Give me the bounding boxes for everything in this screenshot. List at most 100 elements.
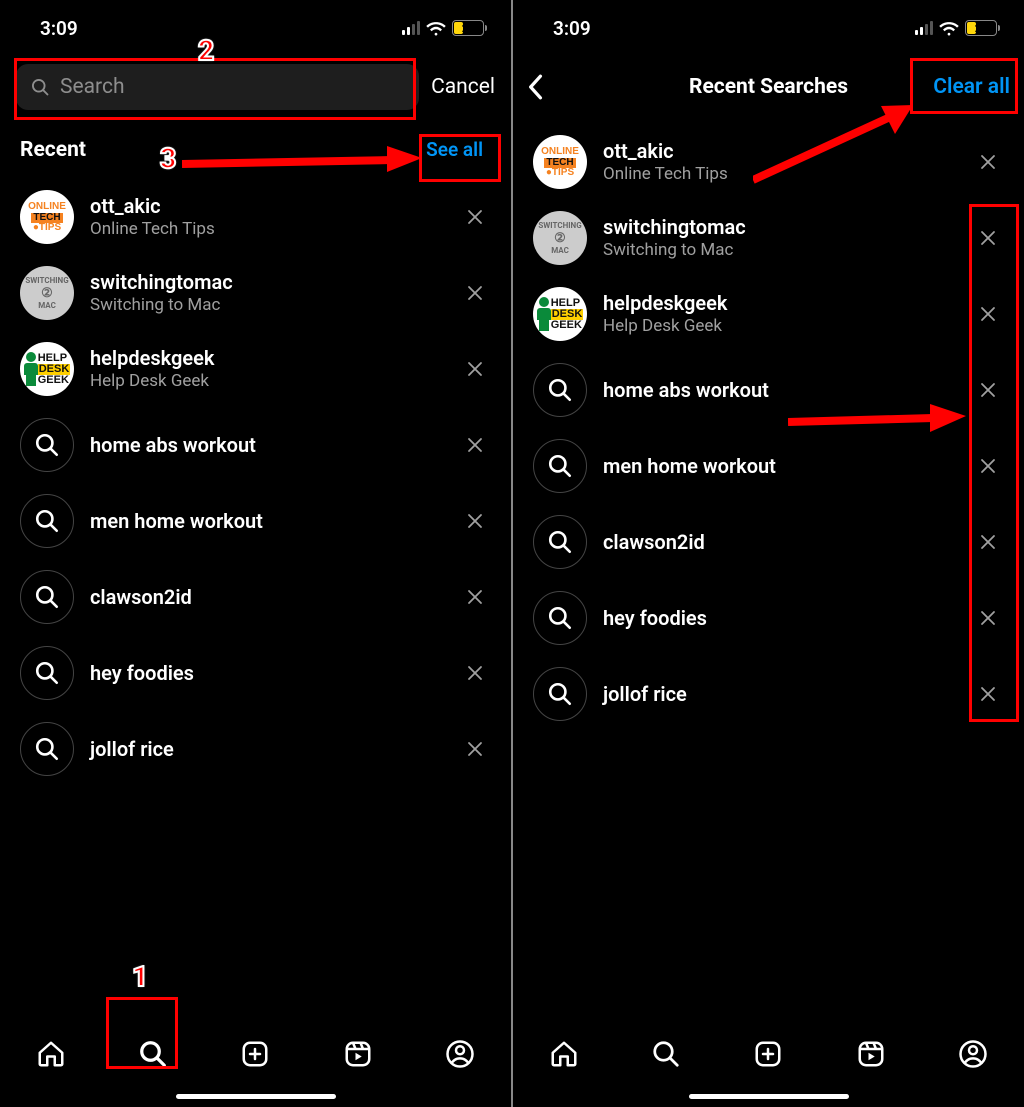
search-icon: [34, 736, 60, 762]
phone-right: 3:09 25 Recent Searches Clear all ONLINE…: [513, 0, 1024, 1107]
item-sub: Switching to Mac: [603, 240, 964, 261]
list-item[interactable]: jollof rice: [513, 656, 1024, 732]
remove-button[interactable]: [980, 534, 1004, 550]
list-item[interactable]: men home workout: [513, 428, 1024, 504]
search-icon: [547, 681, 573, 707]
close-icon: [980, 686, 996, 702]
list-item[interactable]: HELPDESKGEEK helpdeskgeekHelp Desk Geek: [513, 276, 1024, 352]
remove-button[interactable]: [980, 686, 1004, 702]
item-title: switchingtomac: [90, 270, 451, 295]
list-item[interactable]: clawson2id: [513, 504, 1024, 580]
nav-profile[interactable]: [439, 1033, 481, 1075]
item-sub: Online Tech Tips: [603, 164, 964, 185]
remove-button[interactable]: [980, 154, 1004, 170]
search-avatar: [20, 570, 74, 624]
search-input[interactable]: Search: [16, 64, 419, 110]
list-item[interactable]: ONLINETECH●TIPS ott_akic Online Tech Tip…: [0, 179, 511, 255]
remove-button[interactable]: [467, 589, 491, 605]
page-header: Recent Searches Clear all: [513, 48, 1024, 120]
nav-home[interactable]: [543, 1033, 585, 1075]
item-title: hey foodies: [603, 606, 964, 631]
close-icon: [980, 382, 996, 398]
status-right: 25: [915, 20, 1000, 36]
list-item[interactable]: home abs workout: [0, 407, 511, 483]
close-icon: [467, 437, 483, 453]
remove-button[interactable]: [467, 665, 491, 681]
search-avatar: [20, 418, 74, 472]
search-icon: [138, 1039, 168, 1069]
search-icon: [34, 584, 60, 610]
nav-search[interactable]: [132, 1033, 174, 1075]
remove-button[interactable]: [467, 361, 491, 377]
nav-reels[interactable]: [850, 1033, 892, 1075]
back-button[interactable]: [527, 74, 555, 100]
remove-button[interactable]: [980, 230, 1004, 246]
remove-button[interactable]: [467, 285, 491, 301]
remove-button[interactable]: [467, 437, 491, 453]
search-header: Search Cancel: [0, 48, 511, 120]
item-title: ott_akic: [90, 194, 451, 219]
nav-create[interactable]: [747, 1033, 789, 1075]
item-title: helpdeskgeek: [90, 346, 451, 371]
list-item[interactable]: hey foodies: [513, 580, 1024, 656]
nav-home[interactable]: [30, 1033, 72, 1075]
remove-button[interactable]: [980, 458, 1004, 474]
profile-icon: [445, 1039, 475, 1069]
clock: 3:09: [40, 17, 78, 40]
remove-button[interactable]: [467, 513, 491, 529]
plus-square-icon: [240, 1039, 270, 1069]
plus-square-icon: [753, 1039, 783, 1069]
remove-button[interactable]: [980, 610, 1004, 626]
section-title: Recent: [20, 138, 86, 162]
item-title: jollof rice: [603, 682, 964, 707]
list-item[interactable]: SWITCHING②MAC switchingtomacSwitching to…: [513, 200, 1024, 276]
see-all-button[interactable]: See all: [418, 134, 491, 165]
cellular-icon: [402, 21, 420, 35]
list-item[interactable]: jollof rice: [0, 711, 511, 787]
nav-create[interactable]: [234, 1033, 276, 1075]
home-icon: [549, 1039, 579, 1069]
remove-button[interactable]: [467, 741, 491, 757]
nav-reels[interactable]: [337, 1033, 379, 1075]
search-avatar: [20, 494, 74, 548]
remove-button[interactable]: [467, 209, 491, 225]
search-avatar: [533, 363, 587, 417]
battery-icon: 25: [452, 20, 487, 36]
close-icon: [467, 589, 483, 605]
list-item[interactable]: ONLINETECH●TIPS ott_akicOnline Tech Tips: [513, 124, 1024, 200]
avatar: ONLINETECH●TIPS: [20, 190, 74, 244]
close-icon: [467, 741, 483, 757]
remove-button[interactable]: [980, 382, 1004, 398]
item-sub: Help Desk Geek: [603, 316, 964, 337]
list-item[interactable]: hey foodies: [0, 635, 511, 711]
battery-icon: 25: [965, 20, 1000, 36]
list-item[interactable]: home abs workout: [513, 352, 1024, 428]
search-icon: [547, 605, 573, 631]
search-avatar: [20, 722, 74, 776]
nav-profile[interactable]: [952, 1033, 994, 1075]
list-item[interactable]: clawson2id: [0, 559, 511, 635]
battery-pct: 25: [462, 22, 475, 35]
item-title: jollof rice: [90, 737, 451, 762]
home-indicator[interactable]: [176, 1094, 336, 1099]
list-item[interactable]: men home workout: [0, 483, 511, 559]
list-item[interactable]: HELPDESKGEEK helpdeskgeek Help Desk Geek: [0, 331, 511, 407]
search-icon: [651, 1039, 681, 1069]
close-icon: [980, 306, 996, 322]
item-title: men home workout: [603, 454, 964, 479]
item-sub: Switching to Mac: [90, 295, 451, 316]
clear-all-button[interactable]: Clear all: [933, 75, 1010, 99]
search-avatar: [533, 591, 587, 645]
home-indicator[interactable]: [689, 1094, 849, 1099]
close-icon: [467, 285, 483, 301]
remove-button[interactable]: [980, 306, 1004, 322]
search-avatar: [533, 667, 587, 721]
search-avatar: [533, 439, 587, 493]
close-icon: [980, 458, 996, 474]
avatar: SWITCHING②MAC: [20, 266, 74, 320]
cancel-button[interactable]: Cancel: [431, 75, 495, 99]
list-item[interactable]: SWITCHING②MAC switchingtomac Switching t…: [0, 255, 511, 331]
nav-search[interactable]: [645, 1033, 687, 1075]
search-icon: [30, 77, 50, 97]
item-title: clawson2id: [90, 585, 451, 610]
